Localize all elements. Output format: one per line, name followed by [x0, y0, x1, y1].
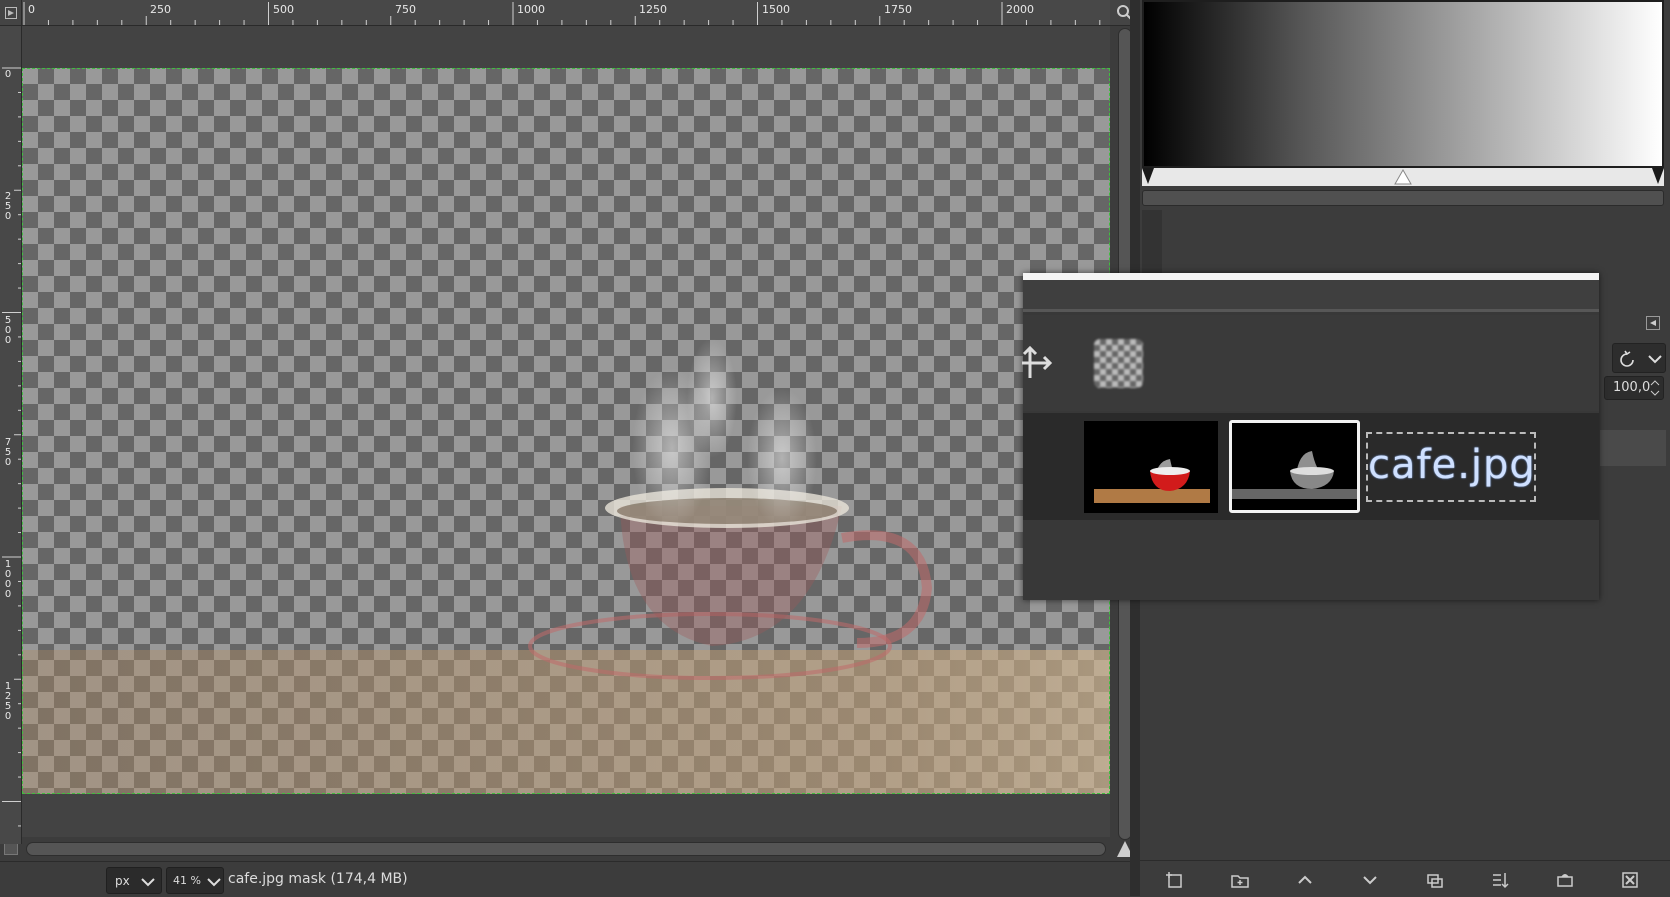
lower-layer-icon[interactable]: [1359, 869, 1381, 891]
ruler-toggle-icon[interactable]: [0, 0, 22, 26]
ruler-label: 250: [150, 3, 171, 16]
spinner-arrows-icon: [1650, 380, 1660, 396]
gradient-scrollbar[interactable]: [1142, 190, 1664, 206]
layer-thumbnail: [1084, 421, 1218, 513]
horizontal-scrollbar[interactable]: [22, 837, 1110, 861]
reset-icon: [1620, 350, 1662, 367]
new-layer-group-icon[interactable]: [1229, 869, 1251, 891]
ruler-label: 750: [395, 3, 416, 16]
ruler-label: 0: [28, 3, 35, 16]
unit-value: px: [115, 874, 130, 888]
raise-layer-icon[interactable]: [1294, 869, 1316, 891]
coffee-image: [22, 338, 1110, 794]
ruler-label: 1750: [884, 3, 912, 16]
tab-menu-icon[interactable]: [1646, 316, 1660, 330]
new-layer-icon[interactable]: [1164, 869, 1186, 891]
ruler-label: 500: [4, 315, 12, 346]
move-icon: [1022, 340, 1054, 386]
layers-button-bar: [1140, 860, 1670, 896]
chevron-down-icon: [141, 878, 155, 887]
zoom-select[interactable]: 41 %: [166, 867, 224, 894]
unit-select[interactable]: px: [106, 867, 162, 894]
layer-mask-icon[interactable]: [1554, 869, 1576, 891]
chevron-down-icon: [207, 878, 221, 887]
checkerboard-icon: [1094, 339, 1143, 388]
status-bar: px 41 % cafe.jpg mask (174,4 MB): [0, 861, 1140, 896]
vertical-ruler: 0 250 500 750 1000 1250: [0, 26, 22, 844]
ruler-label: 750: [4, 437, 12, 468]
duplicate-layer-icon[interactable]: [1424, 869, 1446, 891]
ruler-label: 500: [273, 3, 294, 16]
delete-layer-icon[interactable]: [1619, 869, 1641, 891]
image-canvas[interactable]: [22, 68, 1110, 794]
status-message: cafe.jpg mask (174,4 MB): [228, 871, 408, 887]
layer-mask-thumbnail: [1229, 420, 1360, 513]
ruler-label: 1000: [517, 3, 545, 16]
ruler-label: 0: [4, 69, 12, 80]
horizontal-ruler: 0 250 500 750 1000 1250 1500 1750 2000: [22, 0, 1110, 26]
ruler-label: 1250: [639, 3, 667, 16]
zoom-value: 41 %: [173, 874, 201, 887]
ruler-label: 2000: [1006, 3, 1034, 16]
popup-top-edge: [1023, 273, 1599, 280]
gradient-stop-bar[interactable]: [1142, 168, 1664, 186]
layer-list-row[interactable]: [1600, 430, 1666, 466]
gradient-preview[interactable]: [1142, 0, 1664, 168]
opacity-value: 100,0: [1613, 380, 1651, 395]
popup-header: [1023, 280, 1599, 312]
ruler-label: 1000: [4, 559, 12, 600]
opacity-spinner[interactable]: 100,0: [1604, 376, 1664, 400]
merge-layer-icon[interactable]: [1489, 869, 1511, 891]
layer-name-label[interactable]: cafe.jpg: [1366, 432, 1536, 502]
ruler-label: 1500: [762, 3, 790, 16]
mode-reset-button[interactable]: [1612, 343, 1666, 373]
ruler-label: 250: [4, 191, 12, 222]
horizontal-scroll-thumb[interactable]: [26, 842, 1106, 856]
ruler-label: 1250: [4, 681, 12, 722]
